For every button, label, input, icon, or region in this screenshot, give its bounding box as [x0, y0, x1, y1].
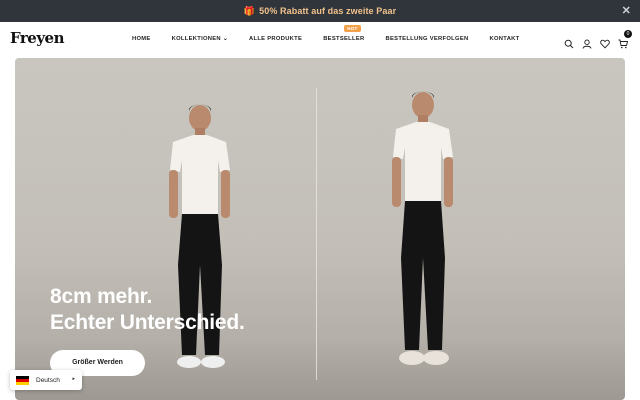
hot-badge: HOT: [344, 25, 361, 32]
hero-banner[interactable]: 8cm mehr. Echter Unterschied. Größer Wer…: [15, 58, 625, 400]
language-label: Deutsch: [36, 376, 60, 384]
close-icon[interactable]: ✕: [622, 4, 631, 17]
menu-item-bestseller[interactable]: BESTSELLER HOT: [323, 25, 364, 42]
account-icon[interactable]: [582, 36, 592, 49]
logo[interactable]: Freyen: [10, 29, 65, 47]
menu-item-kollektionen[interactable]: KOLLEKTIONEN ⌄: [172, 36, 228, 42]
wishlist-icon[interactable]: [600, 36, 610, 49]
announcement-bar: 🎁 50% Rabatt auf das zweite Paar ✕: [0, 0, 640, 22]
cart-count-badge: 0: [624, 30, 632, 38]
site-header: Freyen HOME KOLLEKTIONEN ⌄ ALLE PRODUKTE…: [0, 22, 640, 58]
header-icons: 0: [556, 30, 632, 49]
model-after-image: [383, 88, 473, 378]
hero-headline-line2: Echter Unterschied.: [50, 311, 245, 334]
announcement-text: 50% Rabatt auf das zweite Paar: [259, 6, 397, 16]
menu-item-alle-produkte[interactable]: ALLE PRODUKTE: [249, 36, 302, 42]
chevron-right-icon: ▸: [72, 376, 75, 382]
main-menu: HOME KOLLEKTIONEN ⌄ ALLE PRODUKTE BESTSE…: [132, 25, 541, 42]
hero-headline-line1: 8cm mehr.: [50, 285, 153, 308]
menu-item-home[interactable]: HOME: [132, 36, 151, 42]
hero-headline: 8cm mehr. Echter Unterschied.: [50, 284, 245, 336]
menu-item-kontakt[interactable]: KONTAKT: [490, 36, 520, 42]
menu-item-bestellung-verfolgen[interactable]: BESTELLUNG VERFOLGEN: [386, 36, 469, 42]
comparison-divider: [316, 88, 317, 380]
cart-icon[interactable]: 0: [618, 30, 632, 49]
germany-flag-icon: [16, 375, 29, 385]
search-icon[interactable]: [564, 36, 574, 49]
language-selector[interactable]: Deutsch ▸: [10, 370, 82, 390]
gift-icon: 🎁: [243, 5, 256, 16]
